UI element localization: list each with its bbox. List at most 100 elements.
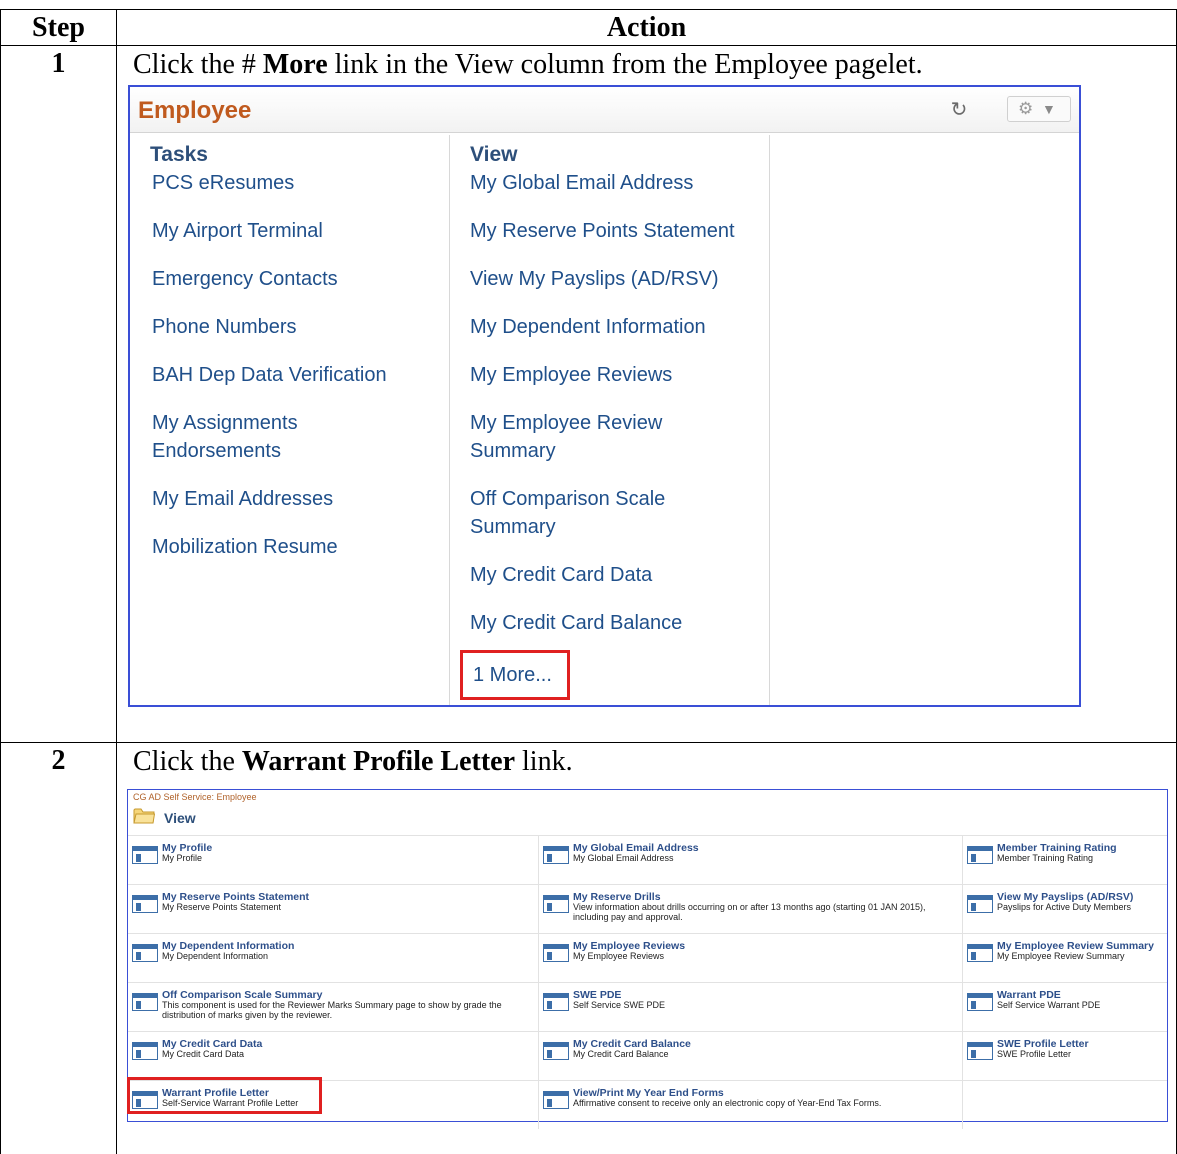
pagelet-header: Employee ↻ ⚙ ▼	[130, 87, 1079, 133]
grid-cell: My Credit Card Data My Credit Card Data	[128, 1038, 538, 1080]
step-2-text-post: link.	[515, 746, 573, 778]
view-link[interactable]: My Reserve Points Statement	[470, 217, 735, 245]
grid-row: My Profile My Profile My Global Email Addr…	[128, 835, 1167, 884]
step-number-2: 2	[0, 742, 117, 1154]
grid-cell: SWE Profile Letter SWE Profile Letter	[962, 1032, 1167, 1080]
grid-row: My Dependent Information My Dependent Inf…	[128, 933, 1167, 982]
page-tile-icon	[132, 944, 158, 962]
page-tile-icon	[967, 993, 993, 1011]
step-1-text-pre: Click the #	[133, 49, 263, 81]
gear-icon: ⚙	[1018, 99, 1034, 118]
page-tile-icon	[543, 944, 569, 962]
view-column: View My Global Email Address My Reserve …	[450, 135, 770, 705]
grid-cell: View My Payslips (AD/RSV) Payslips for Ac…	[962, 885, 1167, 933]
task-link[interactable]: Mobilization Resume	[152, 533, 338, 561]
view-link[interactable]: View My Payslips (AD/RSV)	[470, 265, 719, 293]
page-tile-icon	[132, 846, 158, 864]
grid-row: My Reserve Points Statement My Reserve Po…	[128, 884, 1167, 933]
grid-link-description: Payslips for Active Duty Members	[997, 902, 1132, 912]
grid-link-description: My Dependent Information	[162, 951, 269, 961]
view-link[interactable]: My Credit Card Data	[470, 561, 652, 589]
more-link[interactable]: 1 More...	[460, 650, 570, 700]
grid-cell: My Global Email Address My Global Email A…	[538, 836, 962, 884]
task-link[interactable]: My Email Addresses	[152, 485, 333, 513]
folder-icon	[133, 808, 155, 824]
page-tile-icon	[967, 944, 993, 962]
page-tile-icon	[543, 895, 569, 913]
page-tile-icon	[543, 1091, 569, 1109]
breadcrumb: CG AD Self Service: Employee	[133, 792, 257, 802]
grid-cell: My Reserve Points Statement My Reserve Po…	[128, 891, 538, 933]
grid-link-description: My Credit Card Data	[162, 1049, 245, 1059]
grid-cell: My Dependent Information My Dependent Inf…	[128, 940, 538, 982]
grid-link-description: Self Service SWE PDE	[573, 1000, 666, 1010]
grid-link-description: My Global Email Address	[573, 853, 674, 863]
step-2-text-pre: Click the	[133, 746, 242, 778]
view-page-title: View	[164, 810, 196, 826]
task-link[interactable]: PCS eResumes	[152, 169, 294, 197]
grid-cell: My Credit Card Balance My Credit Card Bal…	[538, 1032, 962, 1080]
header-row: Step Action	[0, 8, 1177, 47]
page-tile-icon	[967, 846, 993, 864]
step-number-1: 1	[0, 45, 117, 744]
task-link[interactable]: Phone Numbers	[152, 313, 297, 341]
page-tile-icon	[132, 1042, 158, 1060]
grid-link-description: Self Service Warrant PDE	[997, 1000, 1101, 1010]
grid-link-description: My Employee Reviews	[573, 951, 665, 961]
page-tile-icon	[967, 1042, 993, 1060]
grid-cell: My Profile My Profile	[128, 842, 538, 884]
page-tile-icon	[132, 993, 158, 1011]
grid-link-description: My Employee Review Summary	[997, 951, 1125, 961]
grid-cell: My Employee Reviews My Employee Reviews	[538, 934, 962, 982]
grid-link-description: Member Training Rating	[997, 853, 1094, 863]
pagelet-settings-button[interactable]: ⚙ ▼	[1007, 96, 1071, 122]
task-link[interactable]: My Airport Terminal	[152, 217, 323, 245]
step-2-text-bold: Warrant Profile Letter	[241, 746, 516, 778]
grid-cell	[962, 1081, 1167, 1129]
step-1-instruction: Click the # More link in the View column…	[117, 46, 1176, 82]
pagelet-title: Employee	[138, 97, 252, 124]
page-tile-icon	[132, 895, 158, 913]
grid-link-description: My Profile	[162, 853, 203, 863]
page-tile-icon	[543, 1042, 569, 1060]
view-link[interactable]: My Employee Reviews	[470, 361, 672, 389]
page-tile-icon	[967, 895, 993, 913]
step-header: Step	[0, 8, 117, 47]
task-link[interactable]: Emergency Contacts	[152, 265, 338, 293]
view-link[interactable]: My Dependent Information	[470, 313, 706, 341]
grid-link-description: Affirmative consent to receive only an e…	[573, 1098, 882, 1108]
grid-cell: Member Training Rating Member Training Ra…	[962, 836, 1167, 884]
task-link[interactable]: My Assignments Endorsements	[152, 409, 332, 465]
grid-cell: View/Print My Year End Forms Affirmative …	[538, 1081, 962, 1129]
view-link[interactable]: My Employee Review Summary	[470, 409, 700, 465]
refresh-icon[interactable]: ↻	[948, 99, 970, 121]
grid-link-description: This component is used for the Reviewer …	[162, 1000, 502, 1020]
view-link[interactable]: My Credit Card Balance	[470, 609, 682, 637]
grid-cell: My Employee Review Summary My Employee Re…	[962, 934, 1167, 982]
view-link[interactable]: Off Comparison Scale Summary	[470, 485, 700, 541]
chevron-down-icon: ▼	[1042, 101, 1056, 117]
action-header: Action	[116, 8, 1177, 47]
task-link[interactable]: BAH Dep Data Verification	[152, 361, 387, 389]
tasks-title: Tasks	[150, 143, 208, 166]
grid-cell: Off Comparison Scale Summary This compone…	[128, 989, 538, 1031]
grid-row: My Credit Card Data My Credit Card Data My…	[128, 1031, 1167, 1080]
grid-link-description: My Credit Card Balance	[573, 1049, 669, 1059]
grid-link-description: View information about drills occurring …	[573, 902, 926, 922]
page-tile-icon	[543, 846, 569, 864]
grid-row: Off Comparison Scale Summary This compone…	[128, 982, 1167, 1031]
view-link[interactable]: My Global Email Address	[470, 169, 693, 197]
grid-cell: My Reserve Drills View information about …	[538, 885, 962, 933]
grid-cell: SWE PDE Self Service SWE PDE	[538, 983, 962, 1031]
grid-link-description: My Reserve Points Statement	[162, 902, 282, 912]
tasks-column: Tasks PCS eResumes My Airport Terminal E…	[130, 135, 450, 705]
step-1-text-post: link in the View column from the Employe…	[327, 49, 923, 81]
view-title: View	[470, 143, 518, 166]
warrant-profile-letter-highlight	[127, 1077, 322, 1114]
step-1-text-bold: More	[262, 49, 328, 81]
step-2-instruction: Click the Warrant Profile Letter link.	[117, 743, 1176, 779]
view-grid-panel: CG AD Self Service: Employee View My Pro…	[127, 789, 1168, 1129]
employee-pagelet: Employee ↻ ⚙ ▼ Tasks PCS eResumes My Air…	[128, 85, 1081, 707]
page-tile-icon	[543, 993, 569, 1011]
grid-cell: Warrant PDE Self Service Warrant PDE	[962, 983, 1167, 1031]
